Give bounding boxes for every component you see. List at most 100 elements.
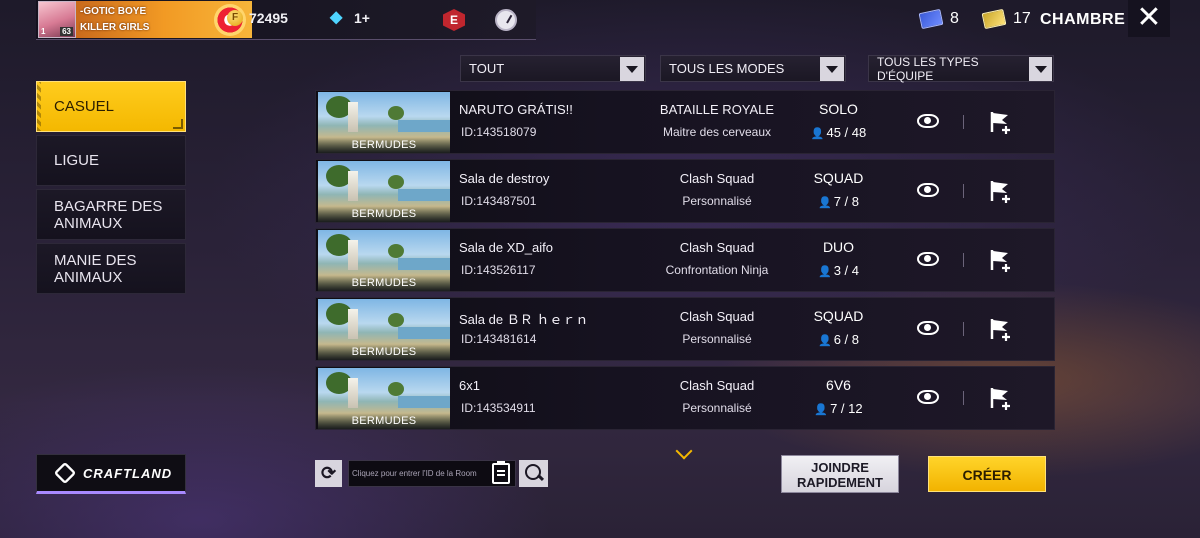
room-team-type: SOLO <box>819 101 858 117</box>
map-thumbnail: BERMUDES <box>318 161 450 222</box>
join-flag-icon[interactable] <box>988 179 1014 203</box>
room-mode: Clash Squad <box>679 378 755 393</box>
room-team-type: 6V6 <box>826 377 851 393</box>
room-list: BERMUDES NARUTO GRÁTIS!! ID:143518079 BA… <box>315 90 1055 435</box>
room-player-count: 👤 45 / 48 <box>810 125 867 140</box>
chevron-down-icon[interactable] <box>620 56 644 81</box>
room-id: ID:143526117 <box>461 263 536 277</box>
scroll-down-chevron-icon[interactable] <box>675 442 693 460</box>
room-mode: Clash Squad <box>679 240 755 255</box>
room-submode: Personnalisé <box>682 194 752 208</box>
blue-ticket-icon <box>918 8 944 30</box>
join-flag-icon[interactable] <box>988 248 1014 272</box>
divider <box>963 253 964 267</box>
gold-counter[interactable]: F 72495 <box>227 10 288 26</box>
room-mode: BATAILLE ROYALE <box>659 102 775 117</box>
room-player-count: 👤 3 / 4 <box>818 263 859 278</box>
player-name: -GOTIC BOYE <box>80 6 147 17</box>
room-row[interactable]: BERMUDES NARUTO GRÁTIS!! ID:143518079 BA… <box>315 90 1055 154</box>
room-row[interactable]: BERMUDES 6x1 ID:143534911 Clash Squad Pe… <box>315 366 1055 430</box>
room-row[interactable]: BERMUDES Sala de XD_aifo ID:143526117 Cl… <box>315 228 1055 292</box>
network-gauge-icon[interactable] <box>495 9 517 31</box>
join-flag-icon[interactable] <box>988 110 1014 134</box>
room-name: Sala de ＢＲ ｈｅｒｎ <box>459 312 589 327</box>
create-room-button[interactable]: CRÉER <box>928 456 1046 492</box>
divider <box>963 115 964 129</box>
join-flag-icon[interactable] <box>988 386 1014 410</box>
blue-ticket-counter[interactable]: 8 <box>918 8 959 30</box>
avatar[interactable]: 1 63 <box>38 1 76 38</box>
mode-sidebar: CASUEL LIGUE BAGARRE DES ANIMAUX MANIE D… <box>36 81 186 297</box>
blue-ticket-count: 8 <box>950 10 959 27</box>
room-name: NARUTO GRÁTIS!! <box>459 102 573 117</box>
craftland-logo-icon <box>53 461 77 485</box>
map-thumbnail: BERMUDES <box>318 299 450 360</box>
sidebar-item-ligue[interactable]: LIGUE <box>36 135 186 186</box>
scope-filter-value: TOUT <box>469 61 505 76</box>
sidebar-item-label: BAGARRE DES ANIMAUX <box>54 197 163 232</box>
room-id: ID:143518079 <box>461 125 537 139</box>
spectate-eye-icon[interactable] <box>917 252 939 266</box>
room-team-type: SQUAD <box>813 308 864 324</box>
room-mode: Clash Squad <box>679 309 755 324</box>
sidebar-item-label: MANIE DES ANIMAUX <box>54 251 137 286</box>
chevron-down-icon[interactable] <box>1029 56 1052 81</box>
paste-clipboard-icon[interactable] <box>492 461 510 484</box>
quick-join-button[interactable]: JOINDRE RAPIDEMENT <box>781 455 899 493</box>
room-submode: Personnalisé <box>682 401 752 415</box>
join-flag-icon[interactable] <box>988 317 1014 341</box>
mode-filter-dropdown[interactable]: TOUS LES MODES <box>660 55 846 82</box>
spectate-eye-icon[interactable] <box>917 114 939 128</box>
craftland-label: CRAFTLAND <box>83 465 173 481</box>
divider <box>963 184 964 198</box>
gold-ticket-icon <box>981 8 1007 30</box>
refresh-icon[interactable]: ⟳ <box>315 460 342 487</box>
sidebar-item-label: CASUEL <box>54 98 115 115</box>
sidebar-item-casuel[interactable]: CASUEL <box>36 81 186 132</box>
sidebar-item-label: LIGUE <box>54 152 100 169</box>
diamond-counter[interactable]: ◆ 1+ <box>330 9 370 27</box>
divider <box>963 391 964 405</box>
diamond-icon: ◆ <box>330 9 343 26</box>
spectate-eye-icon[interactable] <box>917 390 939 404</box>
room-id: ID:143481614 <box>461 332 537 346</box>
chevron-down-icon[interactable] <box>820 56 844 81</box>
map-name: BERMUDES <box>318 137 450 153</box>
level-left: 1 <box>41 27 46 36</box>
spectate-eye-icon[interactable] <box>917 321 939 335</box>
room-name: Sala de XD_aifo <box>459 240 553 255</box>
sidebar-item-bagarre-des-animaux[interactable]: BAGARRE DES ANIMAUX <box>36 189 186 240</box>
team-filter-dropdown[interactable]: TOUS LES TYPES D'ÉQUIPE <box>868 55 1054 83</box>
person-icon: 👤 <box>810 128 825 140</box>
gold-coin-icon: F <box>227 10 243 26</box>
gold-ticket-counter[interactable]: 17 <box>981 8 1031 30</box>
scope-filter-dropdown[interactable]: TOUT <box>460 55 646 82</box>
room-team-type: DUO <box>822 239 855 255</box>
divider <box>963 322 964 336</box>
spectate-eye-icon[interactable] <box>917 183 939 197</box>
level-badge: 63 <box>60 27 73 36</box>
diamond-amount: 1+ <box>354 10 370 26</box>
sidebar-item-manie-des-animaux[interactable]: MANIE DES ANIMAUX <box>36 243 186 294</box>
room-row[interactable]: BERMUDES Sala de destroy ID:143487501 Cl… <box>315 159 1055 223</box>
top-bar: 1 63 -GOTIC BOYE KILLER GIRLS F 72495 ◆ … <box>0 0 1200 40</box>
guild-name: KILLER GIRLS <box>80 22 150 33</box>
search-icon[interactable] <box>519 460 548 487</box>
room-id-input[interactable] <box>348 460 516 487</box>
close-icon[interactable]: ✕ <box>1128 0 1170 37</box>
gold-amount: 72495 <box>249 10 288 26</box>
room-row[interactable]: BERMUDES Sala de ＢＲ ｈｅｒｎ ID:143481614 Cl… <box>315 297 1055 361</box>
room-name: Sala de destroy <box>459 171 550 186</box>
player-banner[interactable]: -GOTIC BOYE KILLER GIRLS <box>76 1 252 38</box>
person-icon: 👤 <box>818 266 832 278</box>
person-icon: 👤 <box>814 404 829 416</box>
room-player-count: 👤 7 / 8 <box>818 194 859 209</box>
map-name: BERMUDES <box>318 206 450 222</box>
quick-join-label-2: RAPIDEMENT <box>797 475 883 490</box>
room-id: ID:143487501 <box>461 194 537 208</box>
room-id: ID:143534911 <box>461 401 536 415</box>
room-name: 6x1 <box>459 378 480 393</box>
gold-ticket-count: 17 <box>1013 10 1031 27</box>
map-thumbnail: BERMUDES <box>318 230 450 291</box>
craftland-button[interactable]: CRAFTLAND <box>36 454 186 494</box>
